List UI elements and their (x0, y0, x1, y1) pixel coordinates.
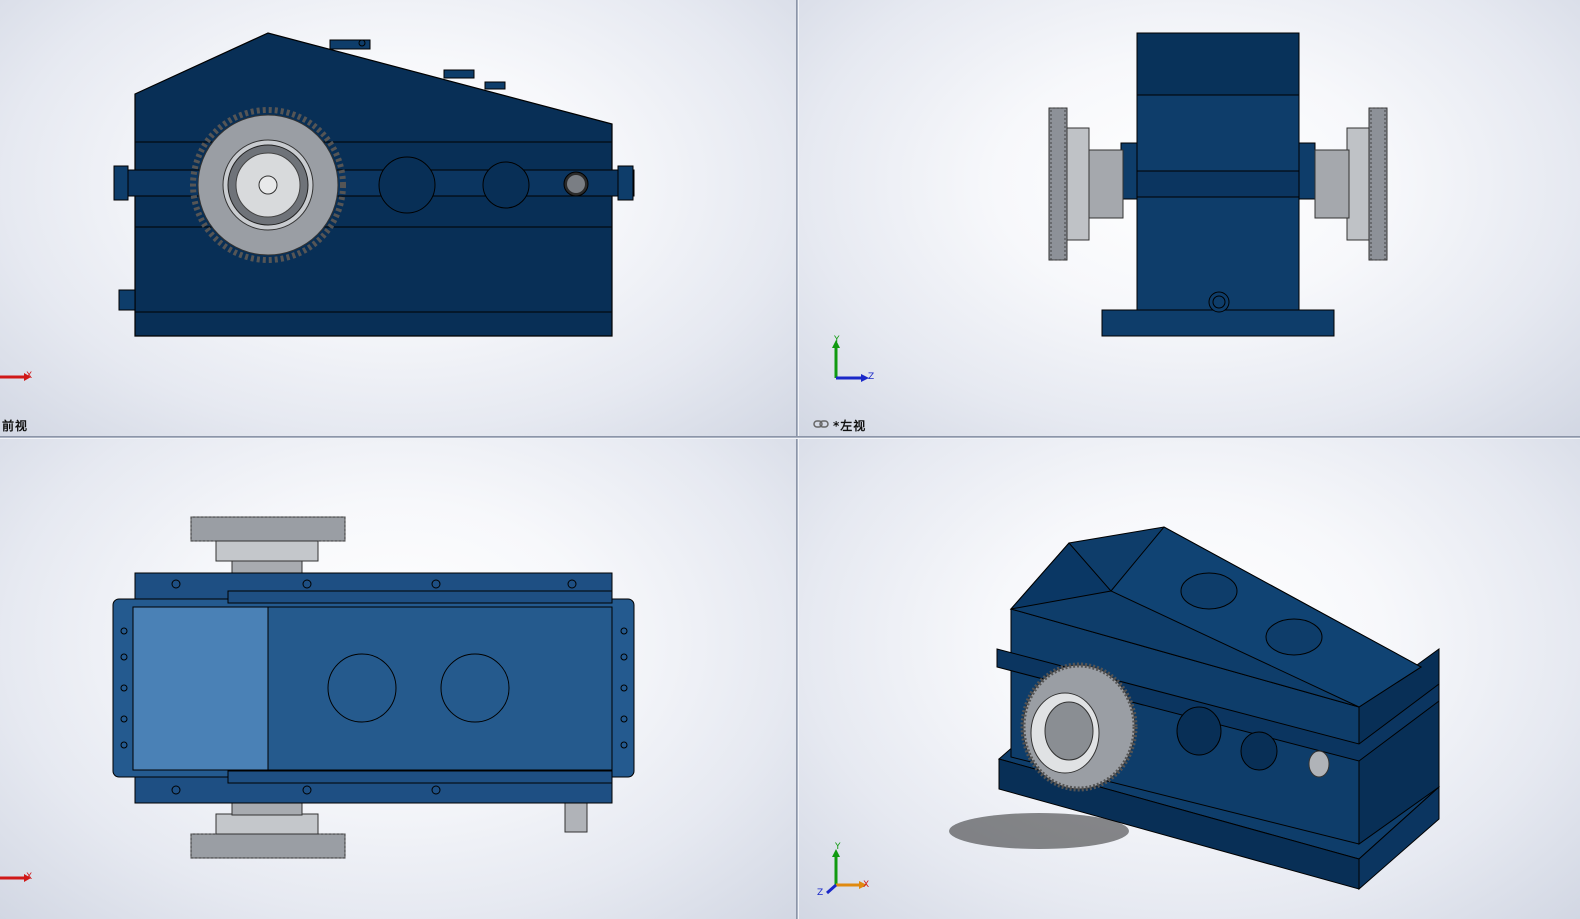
triad-y-label-iso: Y (835, 842, 841, 852)
triad-front (0, 373, 31, 381)
triad-z-label: Z (868, 372, 875, 382)
top-view-model[interactable] (0, 439, 796, 919)
viewport-left[interactable]: Y Z *左视 (799, 0, 1580, 436)
triad-z-label-iso: Z (817, 888, 824, 898)
viewport-grid: X 前视 Y Z *左视 X Y X Z (0, 0, 1580, 919)
isometric-view-model[interactable] (799, 439, 1580, 919)
triad-y-label: Y (834, 335, 840, 345)
triad-iso (826, 849, 867, 895)
triad-x-label: X (26, 371, 33, 381)
view-label-left: *左视 (833, 419, 867, 433)
left-view-model[interactable] (799, 0, 1580, 436)
viewport-splitter-vertical[interactable] (796, 0, 799, 919)
triad-x-label-top: X (26, 872, 33, 882)
view-label-front: 前视 (2, 419, 29, 433)
triad-left (832, 340, 869, 382)
viewport-front[interactable]: X 前视 (0, 0, 796, 436)
front-view-model[interactable] (0, 0, 796, 436)
viewport-splitter-horizontal[interactable] (0, 436, 1580, 439)
viewport-top[interactable]: X (0, 439, 796, 919)
triad-x-label-iso: X (863, 880, 870, 890)
link-icon (813, 420, 829, 428)
viewport-isometric[interactable]: Y X Z (799, 439, 1580, 919)
triad-top (0, 874, 31, 882)
